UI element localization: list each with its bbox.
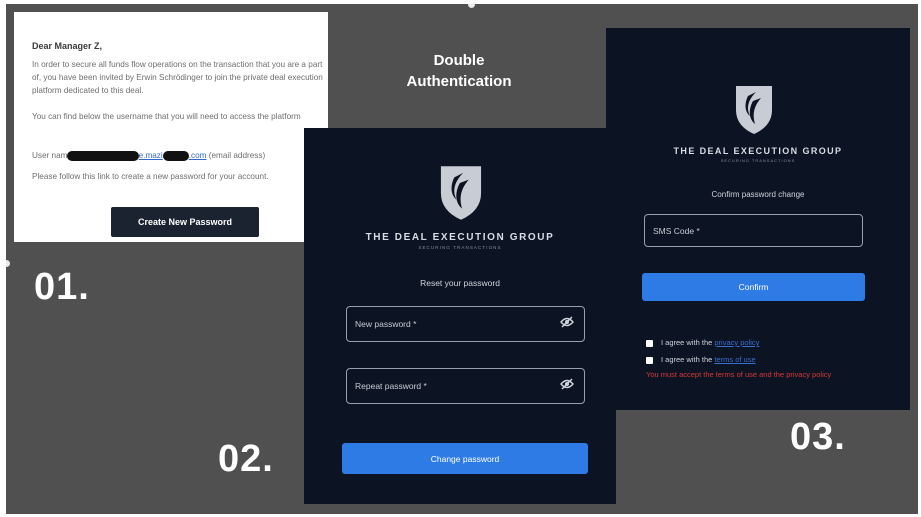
step-label-02: 02. bbox=[218, 438, 274, 480]
email-paragraph-username-info: You can find below the username that you… bbox=[32, 112, 301, 121]
invitation-email: Dear Manager Z, In order to secure all f… bbox=[14, 12, 328, 242]
confirm-title: Confirm password change bbox=[711, 190, 805, 199]
email-greeting: Dear Manager Z, bbox=[32, 41, 103, 51]
terms-of-use-link[interactable]: terms of use bbox=[714, 355, 755, 364]
sms-code-placeholder: SMS Code * bbox=[653, 226, 700, 236]
eye-off-icon[interactable] bbox=[560, 377, 574, 395]
eye-off-icon[interactable] bbox=[560, 315, 574, 333]
redacted-block bbox=[66, 150, 139, 161]
email-paragraph-invite: In order to secure all funds flow operat… bbox=[32, 60, 323, 95]
brand-tagline: SECURING TRANSACTIONS bbox=[418, 245, 502, 250]
repeat-password-field[interactable]: Repeat password * bbox=[346, 368, 585, 404]
shield-logo-icon bbox=[734, 84, 774, 136]
page-title: Double Authentication bbox=[406, 52, 512, 90]
terms-of-use-checkbox[interactable] bbox=[646, 356, 653, 364]
change-password-button[interactable]: Change password bbox=[342, 443, 588, 474]
create-new-password-button[interactable]: Create New Password bbox=[111, 207, 259, 237]
username-link[interactable]: e.mazi .com bbox=[139, 150, 206, 161]
sms-code-field[interactable]: SMS Code * bbox=[644, 214, 863, 247]
reset-password-panel: THE DEAL EXECUTION GROUP SECURING TRANSA… bbox=[304, 128, 616, 504]
new-password-field[interactable]: New password * bbox=[346, 306, 585, 342]
new-password-placeholder: New password * bbox=[355, 319, 417, 329]
email-paragraph-link: Please follow this link to create a new … bbox=[32, 172, 269, 181]
shield-logo-icon bbox=[438, 164, 484, 222]
left-handle-dot bbox=[6, 260, 10, 267]
step-label-01: 01. bbox=[34, 266, 90, 308]
terms-error-message: You must accept the terms of use and the… bbox=[646, 370, 832, 379]
reset-title: Reset your password bbox=[420, 278, 500, 288]
screenshot-stage: Dear Manager Z, In order to secure all f… bbox=[6, 4, 918, 514]
top-handle-dot bbox=[468, 4, 475, 8]
brand-tagline: SECURING TRANSACTIONS bbox=[720, 158, 796, 163]
email-username-line: User name: e.mazi .com (email address) bbox=[32, 149, 324, 162]
username-suffix: (email address) bbox=[208, 151, 266, 160]
brand-name: THE DEAL EXECUTION GROUP bbox=[673, 146, 843, 156]
brand-name: THE DEAL EXECUTION GROUP bbox=[365, 232, 555, 243]
terms-of-use-checkbox-row[interactable]: I agree with the terms of use bbox=[646, 355, 756, 365]
confirm-password-panel: THE DEAL EXECUTION GROUP SECURING TRANSA… bbox=[606, 28, 910, 410]
redacted-block bbox=[162, 150, 189, 161]
privacy-policy-link[interactable]: privacy policy bbox=[714, 338, 759, 347]
repeat-password-placeholder: Repeat password * bbox=[355, 381, 427, 391]
step-label-03: 03. bbox=[790, 416, 846, 458]
privacy-policy-checkbox[interactable] bbox=[646, 339, 653, 347]
privacy-policy-checkbox-row[interactable]: I agree with the privacy policy bbox=[646, 338, 759, 348]
confirm-button[interactable]: Confirm bbox=[642, 273, 865, 301]
